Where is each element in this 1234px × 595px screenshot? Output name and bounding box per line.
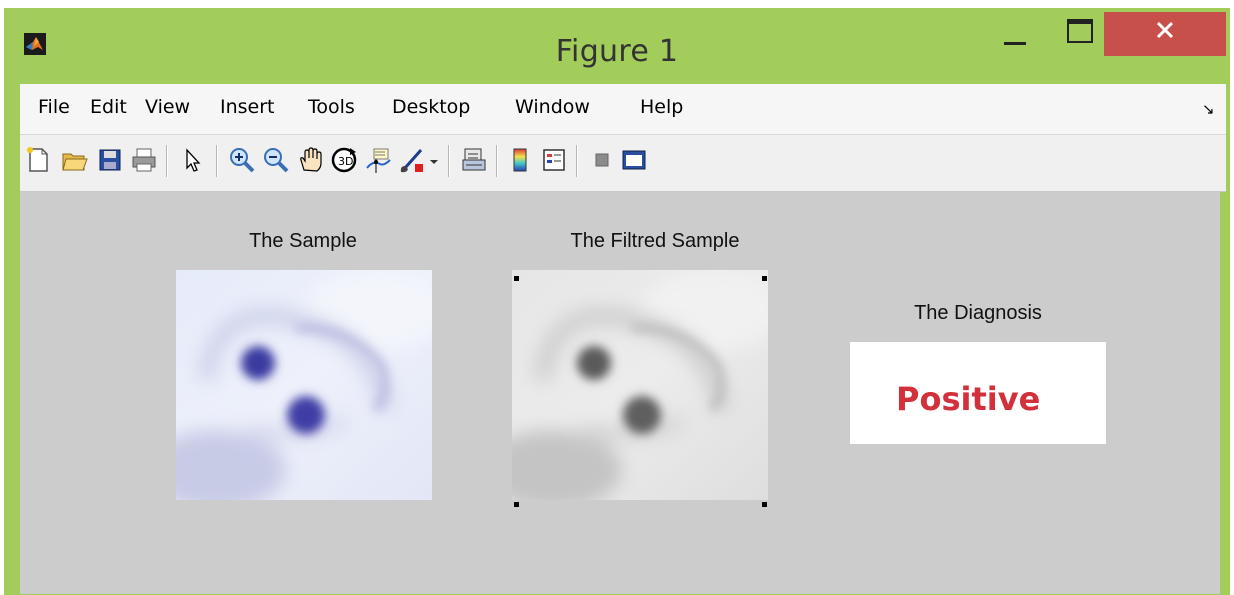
open-file-button[interactable] [58,143,90,177]
filtered-sample-title: The Filtred Sample [570,230,740,252]
selection-handle[interactable] [514,276,519,281]
open-file-icon [62,153,88,171]
menu-desktop[interactable]: Desktop [392,96,470,118]
insert-colorbar-icon [513,148,527,172]
rotate-3d-icon: 3D [331,147,357,173]
print-icon [132,148,156,172]
menu-file[interactable]: File [38,96,70,118]
window-title: Figure 1 [555,34,679,69]
menu-insert[interactable]: Insert [220,96,275,118]
diagnosis-result: Positive [896,380,1041,418]
minimize-icon [1004,42,1026,45]
figure-toolbar: 3D [20,135,1226,192]
menu-tools[interactable]: Tools [308,96,355,118]
diagnosis-panel: Positive [850,342,1106,444]
figure-canvas[interactable]: The Sample The Filtred Sample The Diagno… [20,192,1220,594]
rotate-3d-button[interactable]: 3D [328,143,360,177]
brush-button[interactable] [396,143,428,177]
insert-legend-button[interactable] [538,143,570,177]
menu-help[interactable]: Help [640,96,683,118]
new-figure-button[interactable] [22,143,54,177]
sample-title: The Sample [249,230,357,252]
selection-handle[interactable] [514,502,519,507]
brush-dropdown-button[interactable] [426,143,442,177]
minimize-button[interactable] [990,12,1040,56]
pan-button[interactable] [294,143,326,177]
insert-legend-icon [543,149,565,171]
maximize-icon [1067,19,1093,43]
new-figure-icon [27,147,48,172]
close-button[interactable] [1104,12,1226,56]
insert-colorbar-button[interactable] [504,143,536,177]
menu-edit[interactable]: Edit [90,96,127,118]
figure-window: Figure 1 File Edit View Insert Tools Des… [4,8,1230,595]
selection-handle[interactable] [762,502,767,507]
sample-image [176,270,432,500]
menu-view[interactable]: View [145,96,190,118]
show-plot-tools-icon [622,150,646,170]
edit-plot-button[interactable] [176,143,208,177]
filtered-sample-image[interactable] [512,270,768,500]
hide-plot-tools-button[interactable] [586,143,618,177]
zoom-in-icon [230,148,255,173]
link-plot-icon [462,148,486,171]
save-icon [99,149,121,171]
zoom-out-button[interactable] [260,143,292,177]
link-plot-button[interactable] [458,143,490,177]
data-cursor-button[interactable] [362,143,394,177]
print-button[interactable] [128,143,160,177]
dock-arrow-icon[interactable]: ↘ [1202,100,1215,118]
zoom-in-button[interactable] [226,143,258,177]
show-plot-tools-button[interactable] [618,143,650,177]
zoom-out-icon [264,148,289,173]
menu-window[interactable]: Window [515,96,590,118]
data-cursor-icon [366,148,391,173]
brush-icon [400,149,423,173]
diagnosis-title: The Diagnosis [914,302,1042,324]
svg-text:3D: 3D [338,155,353,168]
hide-plot-tools-icon [595,153,609,167]
brush-dropdown-icon [430,160,438,164]
pan-icon [300,147,322,172]
title-bar[interactable]: Figure 1 [4,8,1230,84]
selection-handle[interactable] [762,276,767,281]
menu-bar: File Edit View Insert Tools Desktop Wind… [20,84,1226,135]
close-icon [1156,21,1174,39]
save-button[interactable] [94,143,126,177]
maximize-button[interactable] [1056,12,1104,56]
edit-plot-icon [186,148,201,172]
